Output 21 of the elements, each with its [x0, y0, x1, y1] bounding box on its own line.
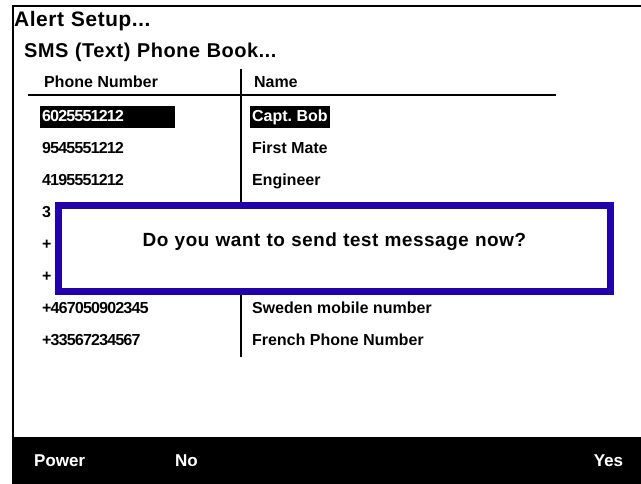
phone-cell[interactable]: 3 [40, 202, 50, 224]
soft-key[interactable]: Power [34, 448, 86, 474]
phone-cell[interactable]: +467050902345 [40, 298, 148, 320]
column-header: Name [253, 73, 298, 93]
phone-cell[interactable]: 9545551212 [40, 138, 123, 160]
dialog-message: Do you want to send test message now? [142, 229, 526, 254]
screen-title: Alert Setup... [14, 8, 151, 32]
name-cell[interactable]: Capt. Bob [250, 106, 330, 128]
name-cell[interactable]: French Phone Number [250, 330, 426, 352]
soft-key[interactable]: No [175, 448, 198, 474]
phone-cell[interactable]: 6025551212 [40, 106, 175, 128]
name-cell[interactable]: Sweden mobile number [250, 298, 434, 320]
soft-key[interactable]: Yes [594, 448, 623, 474]
name-cell[interactable]: Engineer [250, 170, 322, 192]
phone-cell[interactable]: + [40, 266, 51, 288]
screen-subtitle: SMS (Text) Phone Book... [24, 39, 277, 63]
name-cell[interactable]: First Mate [250, 138, 330, 160]
phone-cell[interactable]: + [40, 234, 51, 256]
phone-cell[interactable]: +33567234567 [40, 330, 140, 352]
phone-cell[interactable]: 4195551212 [40, 170, 123, 192]
column-header: Phone Number [43, 73, 159, 93]
